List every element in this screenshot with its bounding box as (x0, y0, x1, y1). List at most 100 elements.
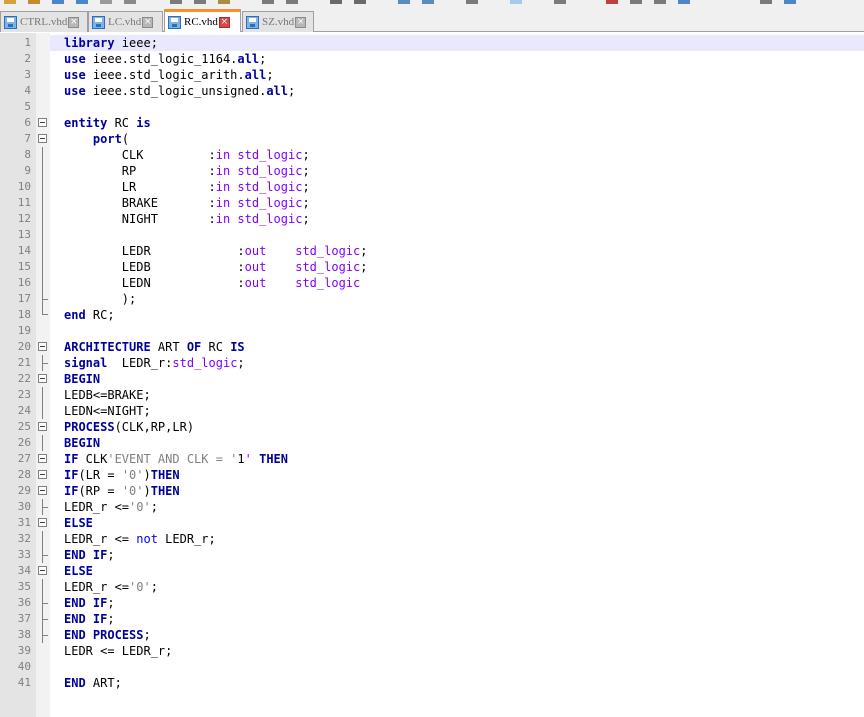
code-text[interactable]: LR :in std_logic; (64, 179, 310, 195)
code-line[interactable]: 33 END IF; (0, 547, 864, 563)
code-text[interactable]: ); (64, 291, 136, 307)
wrap-icon[interactable] (510, 0, 522, 4)
code-line[interactable]: 27 IF CLK'EVENT AND CLK = '1' THEN (0, 451, 864, 467)
code-line[interactable]: 2 use ieee.std_logic_1164.all; (0, 51, 864, 67)
code-text[interactable]: BRAKE :in std_logic; (64, 195, 310, 211)
code-line[interactable]: 35 LEDR_r <='0'; (0, 579, 864, 595)
code-line[interactable]: 8 CLK :in std_logic; (0, 147, 864, 163)
code-text[interactable]: IF(RP = '0')THEN (64, 483, 180, 499)
code-text[interactable]: END IF; (64, 611, 115, 627)
code-text[interactable]: end RC; (64, 307, 115, 323)
code-line[interactable]: 41 END ART; (0, 675, 864, 691)
macro-run-icon[interactable] (760, 0, 772, 4)
code-line[interactable]: 10 LR :in std_logic; (0, 179, 864, 195)
code-text[interactable]: use ieee.std_logic_arith.all; (64, 67, 274, 83)
code-text[interactable]: PROCESS(CLK,RP,LR) (64, 419, 194, 435)
redo-icon[interactable] (286, 0, 298, 4)
print-icon[interactable] (124, 0, 136, 4)
tab-lc-vhd[interactable]: LC.vhd × (88, 11, 163, 32)
code-line[interactable]: 28 IF(LR = '0')THEN (0, 467, 864, 483)
code-line[interactable]: 11 BRAKE :in std_logic; (0, 195, 864, 211)
code-text[interactable]: END IF; (64, 595, 115, 611)
code-text[interactable]: LEDR_r <='0'; (64, 579, 158, 595)
macro-save-icon[interactable] (678, 0, 690, 4)
code-text[interactable]: BEGIN (64, 371, 100, 387)
code-line[interactable]: 21 signal LEDR_r:std_logic; (0, 355, 864, 371)
code-line[interactable]: 38 END PROCESS; (0, 627, 864, 643)
save-icon[interactable] (52, 0, 64, 4)
code-line[interactable]: 39 LEDR <= LEDR_r; (0, 643, 864, 659)
fold-toggle-icon[interactable] (38, 566, 47, 575)
code-text[interactable]: CLK :in std_logic; (64, 147, 310, 163)
code-line[interactable]: 16 LEDN :out std_logic (0, 275, 864, 291)
new-file-icon[interactable] (4, 0, 16, 4)
code-line[interactable]: 12 NIGHT :in std_logic; (0, 211, 864, 227)
code-line[interactable]: 34 ELSE (0, 563, 864, 579)
paste-icon[interactable] (218, 0, 230, 4)
copy-icon[interactable] (194, 0, 206, 4)
code-text[interactable]: IF CLK'EVENT AND CLK = '1' THEN (64, 451, 288, 467)
code-line[interactable]: 31 ELSE (0, 515, 864, 531)
code-line[interactable]: 30 LEDR_r <='0'; (0, 499, 864, 515)
macro-play-icon[interactable] (654, 0, 666, 4)
code-line[interactable]: 18 end RC; (0, 307, 864, 323)
code-line[interactable]: 37 END IF; (0, 611, 864, 627)
open-file-icon[interactable] (28, 0, 40, 4)
code-text[interactable]: port( (64, 131, 129, 147)
code-line[interactable]: 6 entity RC is (0, 115, 864, 131)
code-line[interactable]: 17 ); (0, 291, 864, 307)
fold-toggle-icon[interactable] (38, 470, 47, 479)
code-line[interactable]: 3 use ieee.std_logic_arith.all; (0, 67, 864, 83)
close-file-icon[interactable] (100, 0, 112, 4)
code-line[interactable]: 9 RP :in std_logic; (0, 163, 864, 179)
code-text[interactable]: ARCHITECTURE ART OF RC IS (64, 339, 245, 355)
code-text[interactable]: ELSE (64, 563, 93, 579)
indent-guide-icon[interactable] (554, 0, 566, 4)
code-line[interactable]: 5 (0, 99, 864, 115)
code-editor[interactable]: 1 library ieee; 2 use ieee.std_logic_1164.a… (0, 33, 864, 717)
code-line[interactable]: 1 library ieee; (0, 35, 864, 51)
tab-rc-vhd[interactable]: RC.vhd × (164, 9, 241, 32)
code-text[interactable]: END ART; (64, 675, 122, 691)
code-line[interactable]: 24 LEDN<=NIGHT; (0, 403, 864, 419)
code-text[interactable]: RP :in std_logic; (64, 163, 310, 179)
code-line[interactable]: 40 (0, 659, 864, 675)
sync-scroll-icon[interactable] (466, 0, 478, 4)
close-tab-icon[interactable]: × (218, 16, 230, 28)
close-tab-icon[interactable]: × (142, 16, 154, 28)
code-text[interactable]: END IF; (64, 547, 115, 563)
code-text[interactable]: library ieee; (64, 35, 158, 51)
code-text[interactable]: use ieee.std_logic_unsigned.all; (64, 83, 295, 99)
fold-toggle-icon[interactable] (38, 454, 47, 463)
close-tab-icon[interactable]: × (68, 16, 80, 28)
code-line[interactable]: 15 LEDB :out std_logic; (0, 259, 864, 275)
fold-toggle-icon[interactable] (38, 118, 47, 127)
macro-record-icon[interactable] (606, 0, 618, 4)
code-text[interactable]: LEDR_r <='0'; (64, 499, 158, 515)
code-line[interactable]: 19 (0, 323, 864, 339)
code-text[interactable]: LEDN<=NIGHT; (64, 403, 151, 419)
tab-sz-vhd[interactable]: SZ.vhd × (242, 11, 314, 32)
macro-stop-icon[interactable] (630, 0, 642, 4)
code-text[interactable]: LEDR :out std_logic; (64, 243, 368, 259)
fold-toggle-icon[interactable] (38, 486, 47, 495)
code-text[interactable]: NIGHT :in std_logic; (64, 211, 310, 227)
spellcheck-icon[interactable] (784, 0, 796, 4)
code-text[interactable]: LEDR_r <= not LEDR_r; (64, 531, 216, 547)
fold-toggle-icon[interactable] (38, 342, 47, 351)
code-line[interactable]: 36 END IF; (0, 595, 864, 611)
zoom-in-icon[interactable] (398, 0, 410, 4)
code-line[interactable]: 23 LEDB<=BRAKE; (0, 387, 864, 403)
find-icon[interactable] (330, 0, 342, 4)
code-text[interactable]: LEDB :out std_logic; (64, 259, 368, 275)
code-line[interactable]: 22 BEGIN (0, 371, 864, 387)
code-line[interactable]: 29 IF(RP = '0')THEN (0, 483, 864, 499)
fold-toggle-icon[interactable] (38, 518, 47, 527)
code-line[interactable]: 32 LEDR_r <= not LEDR_r; (0, 531, 864, 547)
code-line[interactable]: 20 ARCHITECTURE ART OF RC IS (0, 339, 864, 355)
code-line[interactable]: 13 (0, 227, 864, 243)
fold-toggle-icon[interactable] (38, 134, 47, 143)
replace-icon[interactable] (354, 0, 366, 4)
code-text[interactable]: signal LEDR_r:std_logic; (64, 355, 245, 371)
code-text[interactable]: BEGIN (64, 435, 100, 451)
